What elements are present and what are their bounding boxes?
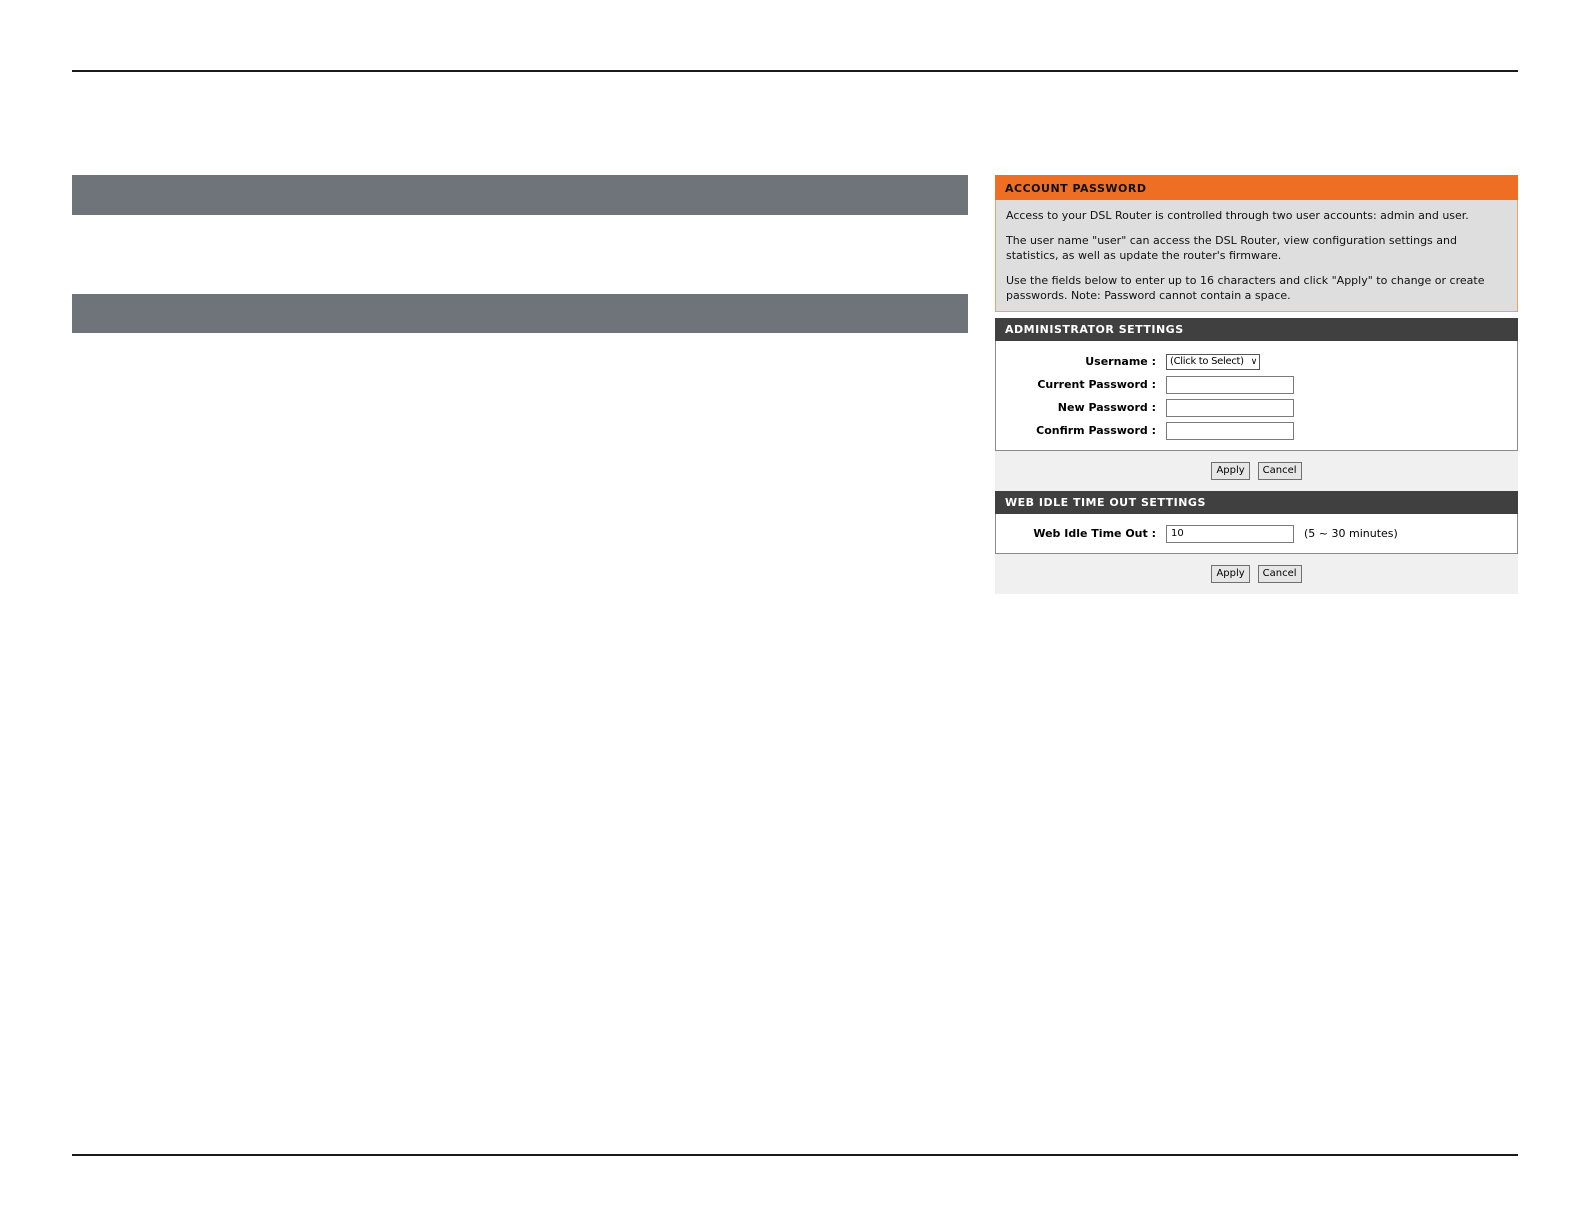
chevron-down-icon: ∨ bbox=[1250, 356, 1258, 367]
current-password-row: Current Password : bbox=[996, 373, 1517, 396]
idle-cancel-button[interactable]: Cancel bbox=[1257, 565, 1302, 583]
router-settings-screenshot: ACCOUNT PASSWORD Access to your DSL Rout… bbox=[995, 175, 1518, 594]
confirm-password-label: Confirm Password : bbox=[1036, 424, 1156, 437]
confirm-password-row: Confirm Password : bbox=[996, 419, 1517, 442]
apply-button[interactable]: Apply bbox=[1211, 462, 1250, 480]
cancel-button[interactable]: Cancel bbox=[1257, 462, 1302, 480]
section-bar-1 bbox=[72, 175, 968, 215]
top-rule bbox=[72, 70, 1518, 72]
account-password-description: Access to your DSL Router is controlled … bbox=[995, 200, 1518, 312]
account-password-header: ACCOUNT PASSWORD bbox=[995, 175, 1518, 200]
description-line: The user name "user" can access the DSL … bbox=[1006, 234, 1457, 262]
new-password-field[interactable] bbox=[1166, 398, 1294, 417]
web-idle-timeout-header: WEB IDLE TIME OUT SETTINGS bbox=[995, 491, 1518, 514]
description-line: Access to your DSL Router is controlled … bbox=[1006, 209, 1469, 222]
current-password-field[interactable] bbox=[1166, 375, 1294, 394]
username-select-value: (Click to Select) bbox=[1170, 356, 1244, 367]
administrator-button-bar: Apply Cancel bbox=[995, 451, 1518, 491]
web-idle-timeout-form: Web Idle Time Out : (5 ~ 30 minutes) bbox=[995, 514, 1518, 554]
new-password-label: New Password : bbox=[1057, 401, 1156, 414]
confirm-password-field[interactable] bbox=[1166, 421, 1294, 440]
web-idle-timeout-hint: (5 ~ 30 minutes) bbox=[1304, 527, 1398, 540]
web-idle-timeout-field[interactable] bbox=[1166, 524, 1294, 543]
new-password-row: New Password : bbox=[996, 396, 1517, 419]
web-idle-timeout-label: Web Idle Time Out : bbox=[1033, 527, 1156, 540]
administrator-settings-header: ADMINISTRATOR SETTINGS bbox=[995, 318, 1518, 341]
administrator-settings-form: Username : (Click to Select) ∨ Current P… bbox=[995, 341, 1518, 451]
username-row: Username : (Click to Select) ∨ bbox=[996, 350, 1517, 373]
username-label: Username : bbox=[1085, 355, 1156, 368]
idle-button-bar: Apply Cancel bbox=[995, 554, 1518, 594]
current-password-label: Current Password : bbox=[1037, 378, 1156, 391]
web-idle-timeout-row: Web Idle Time Out : (5 ~ 30 minutes) bbox=[996, 522, 1517, 545]
section-bar-2 bbox=[72, 294, 968, 333]
idle-apply-button[interactable]: Apply bbox=[1211, 565, 1250, 583]
bottom-rule bbox=[72, 1154, 1518, 1156]
description-line: Use the fields below to enter up to 16 c… bbox=[1006, 274, 1485, 302]
username-select[interactable]: (Click to Select) ∨ bbox=[1166, 353, 1260, 370]
